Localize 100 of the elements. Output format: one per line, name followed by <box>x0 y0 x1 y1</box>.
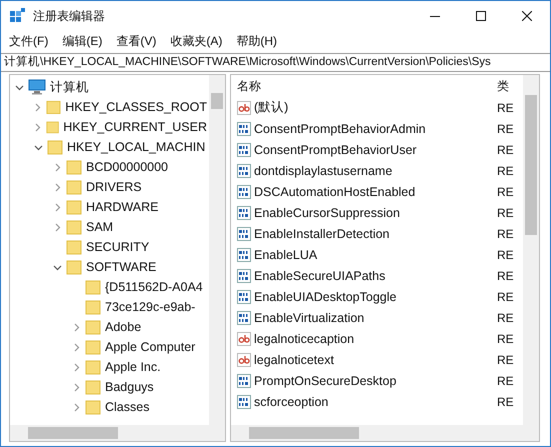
tree-item[interactable]: 73ce129c-e9ab- <box>105 300 196 314</box>
folder-icon <box>66 259 82 275</box>
expand-chevron-icon[interactable] <box>52 202 62 212</box>
computer-icon <box>28 79 46 95</box>
expand-chevron-icon[interactable] <box>52 222 62 232</box>
value-name[interactable]: scforceoption <box>254 394 494 408</box>
value-name[interactable]: DSCAutomationHostEnabled <box>254 184 494 198</box>
folder-icon <box>66 219 82 235</box>
tree-item[interactable]: HKEY_CURRENT_USER <box>63 120 207 134</box>
value-name[interactable]: EnableSecureUIAPaths <box>254 268 494 282</box>
value-name[interactable]: EnableLUA <box>254 248 494 262</box>
column-header[interactable]: 名称 <box>237 78 497 94</box>
address-field[interactable]: 计算机\HKEY_LOCAL_MACHINE\SOFTWARE\Microsoft\Windows\CurrentVersion\Policies\Sys <box>1 53 550 72</box>
binary-value-icon <box>237 394 251 408</box>
value-name[interactable]: EnableUIADesktopToggle <box>254 290 494 304</box>
folder-icon <box>46 99 62 115</box>
collapse-chevron-icon[interactable] <box>34 142 42 152</box>
value-type: RE <box>497 206 515 220</box>
menu-item[interactable]: 帮助(H) <box>236 32 277 50</box>
tree-item[interactable]: {D511562D-A0A4 <box>105 280 203 294</box>
value-type: RE <box>497 248 515 262</box>
folder-icon <box>66 159 82 175</box>
tree-item[interactable]: 计算机 <box>50 78 89 96</box>
tree-item[interactable]: HKEY_LOCAL_MACHIN <box>67 140 206 154</box>
folder-icon <box>85 299 101 315</box>
expand-chevron-icon[interactable] <box>72 382 80 392</box>
registry-icon <box>9 8 25 24</box>
folder-icon <box>66 199 82 215</box>
value-name[interactable]: EnableInstallerDetection <box>254 226 494 240</box>
value-type: RE <box>497 268 515 282</box>
menu-item[interactable]: 文件(F) <box>9 32 48 50</box>
folder-icon <box>66 239 82 255</box>
value-name[interactable]: legalnoticetext <box>254 352 494 366</box>
scrollbar[interactable] <box>10 425 225 441</box>
binary-value-icon <box>237 142 251 156</box>
value-type: RE <box>497 142 515 156</box>
tree-item[interactable]: SAM <box>86 220 114 234</box>
value-name[interactable]: EnableVirtualization <box>254 310 494 324</box>
value-type: RE <box>497 290 515 304</box>
tree-item[interactable]: BCD00000000 <box>86 160 168 174</box>
menu-item[interactable]: 查看(V) <box>116 32 156 50</box>
expand-chevron-icon[interactable] <box>52 162 62 172</box>
binary-value-icon <box>237 290 251 304</box>
tree-item[interactable]: DRIVERS <box>86 180 142 194</box>
tree-item[interactable]: SOFTWARE <box>86 260 156 274</box>
tree-item[interactable]: Badguys <box>105 380 154 394</box>
value-type: RE <box>497 352 515 366</box>
value-name[interactable]: PromptOnSecureDesktop <box>254 374 494 388</box>
tree-item[interactable]: HARDWARE <box>86 200 158 214</box>
tree-item[interactable]: Classes <box>105 400 150 414</box>
value-name[interactable]: ConsentPromptBehaviorAdmin <box>254 122 494 136</box>
value-name[interactable]: (默认) <box>254 99 494 116</box>
value-type: RE <box>497 226 515 240</box>
value-type: RE <box>497 100 515 114</box>
value-type: RE <box>497 122 515 136</box>
binary-value-icon <box>237 164 251 178</box>
collapse-chevron-icon[interactable] <box>52 262 62 272</box>
tree-item[interactable]: SECURITY <box>86 240 150 254</box>
value-type: RE <box>497 374 515 388</box>
expand-chevron-icon[interactable] <box>52 182 62 192</box>
scrollbar[interactable] <box>523 75 539 425</box>
column-header[interactable]: 类 <box>497 78 521 94</box>
folder-icon <box>46 119 60 135</box>
value-name[interactable]: EnableCursorSuppression <box>254 206 494 220</box>
expand-chevron-icon[interactable] <box>72 402 80 412</box>
scrollbar[interactable] <box>209 75 225 425</box>
close-icon <box>522 11 532 21</box>
tree-item[interactable]: HKEY_CLASSES_ROOT <box>65 100 207 114</box>
folder-icon <box>47 139 63 155</box>
binary-value-icon <box>237 206 251 220</box>
tree-item[interactable]: Apple Computer <box>105 340 196 354</box>
expand-chevron-icon[interactable] <box>33 122 42 132</box>
folder-icon <box>85 339 101 355</box>
folder-icon <box>85 359 101 375</box>
folder-icon <box>85 399 101 415</box>
value-name[interactable]: legalnoticecaption <box>254 332 494 346</box>
tree-item[interactable]: Apple Inc. <box>105 360 161 374</box>
value-type: RE <box>497 310 515 324</box>
scrollbar[interactable] <box>231 425 539 441</box>
folder-icon <box>85 319 101 335</box>
binary-value-icon <box>237 248 251 262</box>
value-type: RE <box>497 184 515 198</box>
expand-chevron-icon[interactable] <box>72 342 80 352</box>
folder-icon <box>85 279 101 295</box>
binary-value-icon <box>237 184 251 198</box>
binary-value-icon <box>237 310 251 324</box>
expand-chevron-icon[interactable] <box>33 102 42 112</box>
binary-value-icon <box>237 374 251 388</box>
menu-item[interactable]: 收藏夹(A) <box>170 32 222 50</box>
value-name[interactable]: ConsentPromptBehaviorUser <box>254 142 494 156</box>
folder-icon <box>66 179 82 195</box>
expand-chevron-icon[interactable] <box>72 362 80 372</box>
tree-item[interactable]: Adobe <box>105 320 142 334</box>
string-value-icon <box>237 352 251 366</box>
window-title: 注册表编辑器 <box>33 8 105 24</box>
expand-chevron-icon[interactable] <box>72 322 80 332</box>
menu-item[interactable]: 编辑(E) <box>62 32 102 50</box>
collapse-chevron-icon[interactable] <box>14 82 24 92</box>
string-value-icon <box>237 100 251 114</box>
value-name[interactable]: dontdisplaylastusername <box>254 164 494 178</box>
